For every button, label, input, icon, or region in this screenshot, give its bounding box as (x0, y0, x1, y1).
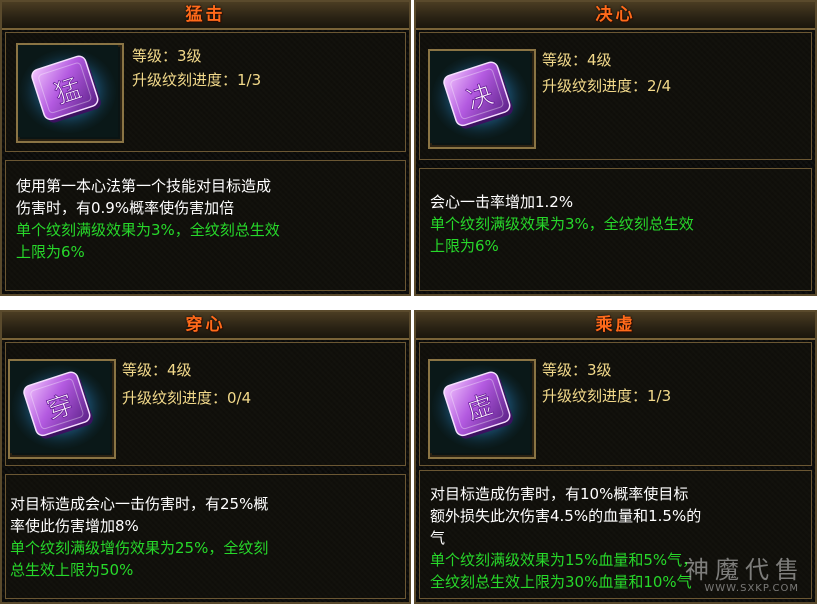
card-info-panel: 虚 等级：3级 升级纹刻进度：1/3 (419, 342, 812, 466)
rune-card-chengxu: 乘虚 虚 等级：3级 升级纹刻进度：1/3 对目标造成伤害时，有10%概率使目标… (414, 310, 817, 604)
rune-card-chuanxin: 穿心 穿 等级：4级 升级纹刻进度：0/4 对目标造成会心一击伤害时，有25%概… (0, 310, 411, 604)
desc-line: 额外损失此次伤害4.5%的血量和1.5%的 (430, 507, 702, 525)
rune-icon-frame[interactable]: 穿 (8, 359, 116, 459)
desc-line: 对目标造成会心一击伤害时，有25%概 (10, 495, 269, 513)
card-desc-panel: 使用第一本心法第一个技能对目标造成 伤害时，有0.9%概率使伤害加倍 单个纹刻满… (5, 160, 406, 291)
desc-line: 会心一击率增加1.2% (430, 193, 574, 211)
card-title: 穿心 (2, 312, 409, 340)
rune-card-menji: 猛击 猛 等级：3级 升级纹刻进度：1/3 使用第一本心法第一个技能对目标造成 … (0, 0, 411, 296)
desc-block: 对目标造成会心一击伤害时，有25%概 率使此伤害增加8% 单个纹刻满级增伤效果为… (10, 493, 397, 581)
rune-icon-frame[interactable]: 猛 (16, 43, 124, 143)
card-title: 乘虚 (416, 312, 815, 340)
level-text: 等级：3级 (542, 361, 612, 379)
card-desc-panel: 对目标造成会心一击伤害时，有25%概 率使此伤害增加8% 单个纹刻满级增伤效果为… (5, 474, 406, 599)
desc-line: 伤害时，有0.9%概率使伤害加倍 (16, 199, 235, 217)
progress-text: 升级纹刻进度：1/3 (132, 71, 262, 89)
card-title: 决心 (416, 2, 815, 30)
effect-line: 单个纹刻满级增伤效果为25%，全纹刻 (10, 539, 269, 557)
level-text: 等级：4级 (542, 51, 612, 69)
card-info-panel: 穿 等级：4级 升级纹刻进度：0/4 (5, 342, 406, 466)
level-text: 等级：3级 (132, 47, 202, 65)
desc-block: 会心一击率增加1.2% 单个纹刻满级效果为3%，全纹刻总生效 上限为6% (430, 191, 803, 257)
site-watermark: 神魔代售 WWW.SXKP.COM (669, 546, 809, 596)
progress-text: 升级纹刻进度：0/4 (122, 389, 252, 407)
effect-line: 单个纹刻满级效果为3%，全纹刻总生效 (16, 221, 280, 239)
effect-line: 上限为6% (16, 243, 85, 261)
watermark-url: WWW.SXKP.COM (704, 583, 799, 594)
rune-icon-frame[interactable]: 虚 (428, 359, 536, 459)
watermark-text: 神魔代售 (685, 556, 805, 584)
desc-line: 使用第一本心法第一个技能对目标造成 (16, 177, 272, 195)
desc-line: 对目标造成伤害时，有10%概率使目标 (430, 485, 689, 503)
card-info-panel: 决 等级：4级 升级纹刻进度：2/4 (419, 32, 812, 160)
effect-line: 上限为6% (430, 237, 499, 255)
level-text: 等级：4级 (122, 361, 192, 379)
rune-icon-frame[interactable]: 决 (428, 49, 536, 149)
desc-block: 使用第一本心法第一个技能对目标造成 伤害时，有0.9%概率使伤害加倍 单个纹刻满… (16, 175, 397, 263)
progress-text: 升级纹刻进度：2/4 (542, 77, 672, 95)
desc-line: 率使此伤害增加8% (10, 517, 139, 535)
rune-card-juexin: 决心 决 等级：4级 升级纹刻进度：2/4 会心一击率增加1.2% 单个纹刻满级… (414, 0, 817, 296)
card-desc-panel: 会心一击率增加1.2% 单个纹刻满级效果为3%，全纹刻总生效 上限为6% (419, 168, 812, 291)
card-info-panel: 猛 等级：3级 升级纹刻进度：1/3 (5, 32, 406, 152)
progress-text: 升级纹刻进度：1/3 (542, 387, 672, 405)
effect-line: 总生效上限为50% (10, 561, 134, 579)
card-title: 猛击 (2, 2, 409, 30)
effect-line: 单个纹刻满级效果为3%，全纹刻总生效 (430, 215, 694, 233)
